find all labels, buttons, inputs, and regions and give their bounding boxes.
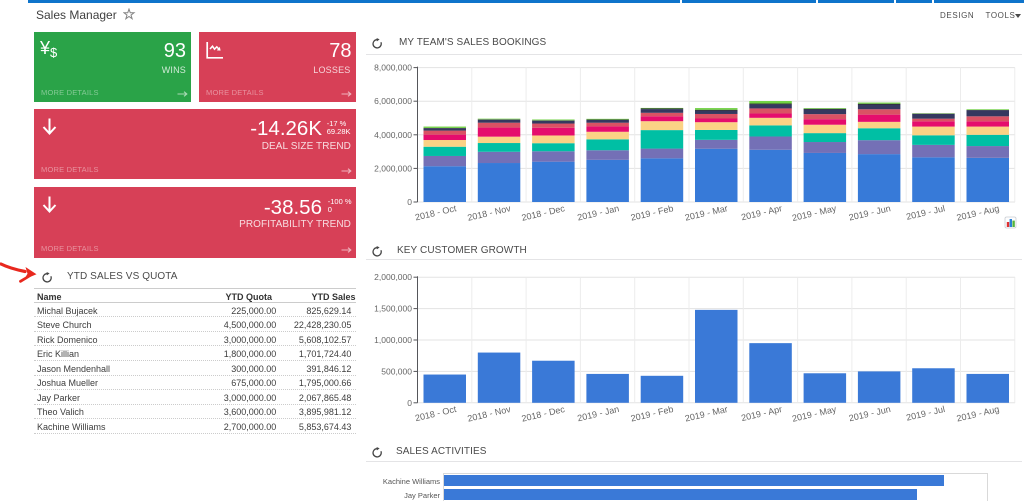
svg-text:8,000,000: 8,000,000 bbox=[374, 63, 412, 73]
svg-text:4,000,000: 4,000,000 bbox=[374, 130, 412, 140]
svg-text:2018 - Nov: 2018 - Nov bbox=[466, 404, 512, 424]
svg-text:2019 - Mar: 2019 - Mar bbox=[684, 203, 729, 223]
svg-text:2019 - Jan: 2019 - Jan bbox=[576, 404, 620, 423]
svg-text:2019 - Aug: 2019 - Aug bbox=[956, 203, 1001, 223]
svg-text:1,000,000: 1,000,000 bbox=[374, 335, 412, 345]
svg-text:2019 - May: 2019 - May bbox=[791, 203, 838, 223]
svg-text:2018 - Oct: 2018 - Oct bbox=[414, 404, 458, 423]
svg-text:2019 - May: 2019 - May bbox=[791, 404, 838, 424]
svg-text:2018 - Oct: 2018 - Oct bbox=[414, 203, 458, 222]
svg-text:2019 - Jun: 2019 - Jun bbox=[848, 404, 892, 423]
svg-text:2018 - Dec: 2018 - Dec bbox=[521, 404, 567, 424]
svg-text:2018 - Dec: 2018 - Dec bbox=[521, 203, 567, 223]
svg-text:2018 - Nov: 2018 - Nov bbox=[466, 203, 512, 223]
svg-text:2019 - Jun: 2019 - Jun bbox=[848, 203, 892, 222]
svg-text:2019 - Feb: 2019 - Feb bbox=[630, 203, 675, 223]
svg-text:2019 - Jul: 2019 - Jul bbox=[905, 203, 946, 222]
svg-text:500,000: 500,000 bbox=[381, 366, 412, 376]
svg-text:2019 - Jan: 2019 - Jan bbox=[576, 203, 620, 222]
svg-text:2,000,000: 2,000,000 bbox=[374, 272, 412, 282]
svg-text:2019 - Aug: 2019 - Aug bbox=[956, 404, 1001, 424]
svg-text:2019 - Apr: 2019 - Apr bbox=[740, 404, 783, 423]
svg-text:2,000,000: 2,000,000 bbox=[374, 163, 412, 173]
svg-text:6,000,000: 6,000,000 bbox=[374, 96, 412, 106]
svg-text:2019 - Apr: 2019 - Apr bbox=[740, 203, 783, 222]
svg-text:2019 - Jul: 2019 - Jul bbox=[905, 404, 946, 423]
svg-text:1,500,000: 1,500,000 bbox=[374, 304, 412, 314]
svg-text:2019 - Mar: 2019 - Mar bbox=[684, 404, 729, 424]
svg-text:2019 - Feb: 2019 - Feb bbox=[630, 404, 675, 424]
svg-text:0: 0 bbox=[407, 398, 412, 408]
svg-text:0: 0 bbox=[407, 197, 412, 207]
